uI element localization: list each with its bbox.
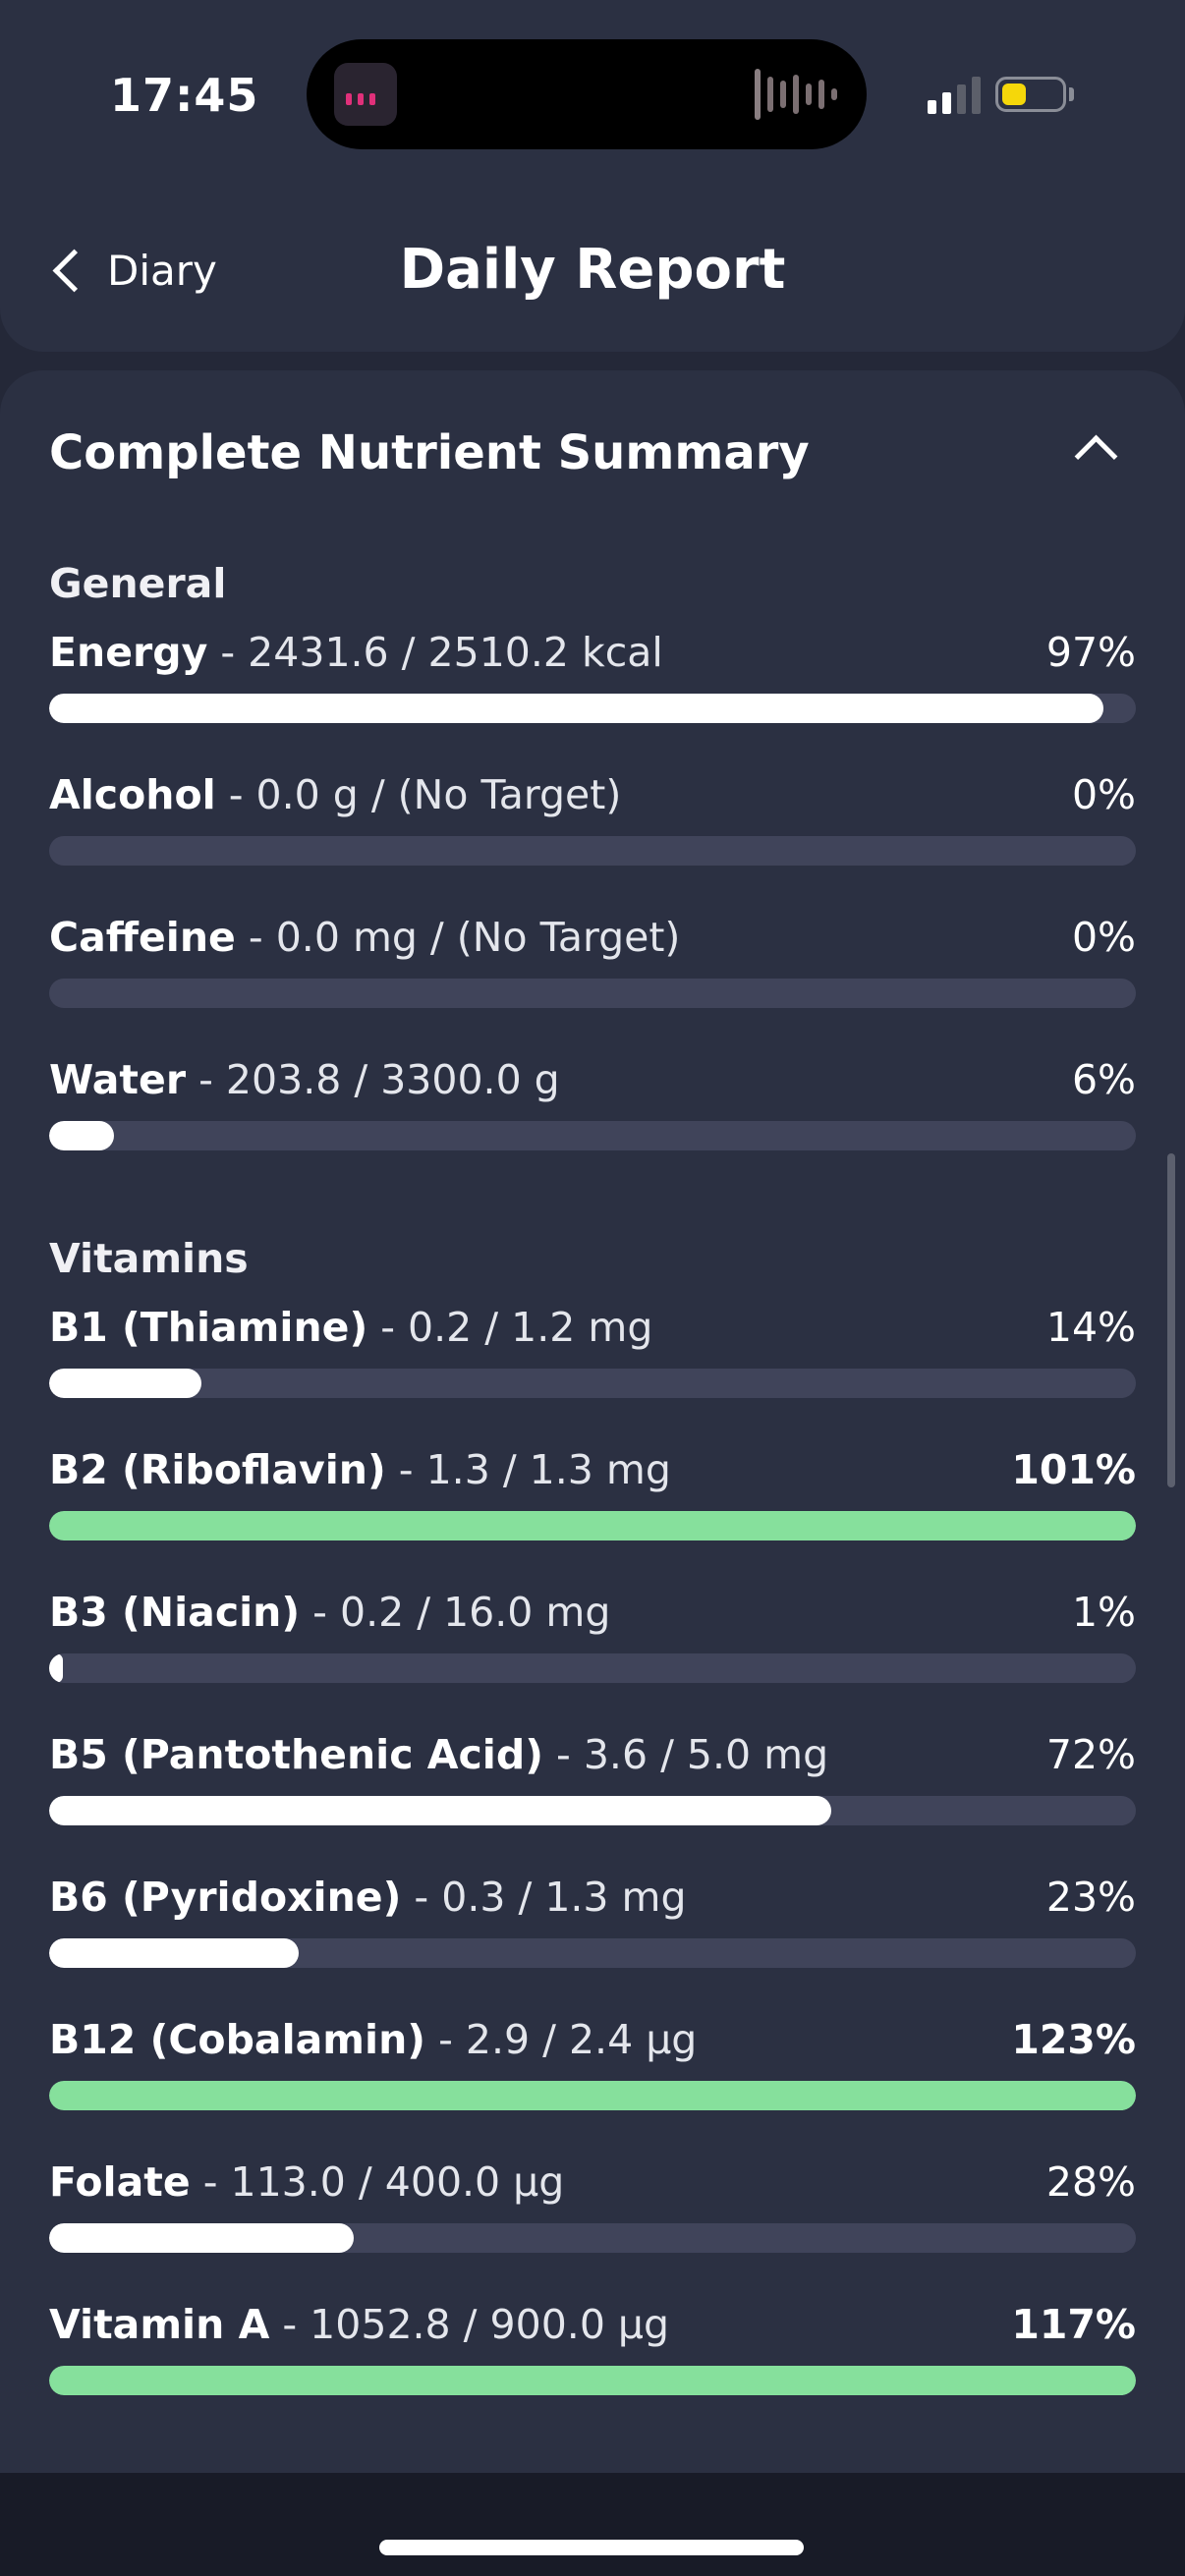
live-activity-app-icon [334,63,397,126]
nutrient-percent: 0% [1071,771,1136,818]
nutrient-percent: 123% [1011,2016,1136,2063]
card-title: Complete Nutrient Summary [49,425,810,480]
nutrient-label: Folate - 113.0 / 400.0 µg [49,2156,564,2208]
nutrient-row[interactable]: Folate - 113.0 / 400.0 µg 28% [49,2156,1136,2255]
nutrient-name: B3 (Niacin) [49,1589,301,1636]
nutrient-name: Folate [49,2158,191,2206]
progress-bar-fill [49,694,1103,723]
progress-bar-fill [49,1938,300,1968]
audio-waveform-icon [755,69,837,120]
nutrient-label: B1 (Thiamine) - 0.2 / 1.2 mg [49,1302,652,1353]
nutrient-label: Vitamin A - 1052.8 / 900.0 µg [49,2299,669,2350]
nutrient-percent: 117% [1011,2301,1136,2348]
nutrient-amount: - 2.9 / 2.4 µg [438,2016,698,2063]
progress-bar-fill [49,2366,1136,2395]
nutrient-percent: 101% [1011,1446,1136,1493]
nutrient-name: B12 (Cobalamin) [49,2016,426,2063]
nutrient-percent: 97% [1045,629,1136,676]
nutrient-amount: - 1.3 / 1.3 mg [398,1446,671,1493]
progress-bar [49,1653,1136,1683]
progress-bar [49,1938,1136,1968]
nutrient-row[interactable]: Water - 203.8 / 3300.0 g 6% [49,1054,1136,1152]
nutrient-label: Water - 203.8 / 3300.0 g [49,1054,560,1105]
cellular-signal-icon [928,77,981,114]
progress-bar [49,2366,1136,2395]
progress-bar [49,2223,1136,2253]
progress-bar-fill [49,1511,1136,1540]
nutrient-row[interactable]: Caffeine - 0.0 mg / (No Target) 0% [49,912,1136,1010]
nutrient-amount: - 0.0 g / (No Target) [228,771,622,818]
progress-bar [49,836,1136,866]
nutrient-label: B2 (Riboflavin) - 1.3 / 1.3 mg [49,1444,671,1495]
section-title: General [49,560,227,607]
section-title: Vitamins [49,1235,249,1282]
page-title: Daily Report [399,238,786,302]
dynamic-island [307,39,867,149]
battery-icon [995,77,1066,112]
nutrient-name: Alcohol [49,771,216,818]
nutrient-amount: - 1052.8 / 900.0 µg [282,2301,670,2348]
nutrient-row[interactable]: B6 (Pyridoxine) - 0.3 / 1.3 mg 23% [49,1872,1136,1970]
nutrient-summary-card: Complete Nutrient Summary General Energy … [0,370,1185,2473]
nutrient-label: B5 (Pantothenic Acid) - 3.6 / 5.0 mg [49,1729,828,1780]
nutrient-name: Energy [49,629,208,676]
nutrient-percent: 6% [1071,1056,1136,1103]
progress-bar [49,694,1136,723]
nutrient-percent: 1% [1071,1589,1136,1636]
progress-bar-fill [49,1121,115,1150]
chevron-up-icon[interactable] [1074,434,1118,478]
progress-bar-fill [49,1369,201,1398]
nutrient-percent: 28% [1045,2158,1136,2206]
nutrient-name: B2 (Riboflavin) [49,1446,386,1493]
nutrient-amount: - 0.2 / 16.0 mg [312,1589,611,1636]
nutrient-amount: - 0.0 mg / (No Target) [248,914,681,961]
nutrient-label: Alcohol - 0.0 g / (No Target) [49,769,621,820]
progress-bar [49,2081,1136,2110]
nutrient-name: B6 (Pyridoxine) [49,1874,402,1921]
nutrient-percent: 14% [1045,1304,1136,1351]
status-time: 17:45 [110,69,259,122]
progress-bar [49,979,1136,1008]
nutrient-amount: - 2431.6 / 2510.2 kcal [220,629,663,676]
progress-bar [49,1369,1136,1398]
progress-bar [49,1121,1136,1150]
nutrient-amount: - 203.8 / 3300.0 g [198,1056,560,1103]
nutrient-label: Energy - 2431.6 / 2510.2 kcal [49,627,663,678]
nutrient-amount: - 0.2 / 1.2 mg [380,1304,653,1351]
nutrient-row[interactable]: B2 (Riboflavin) - 1.3 / 1.3 mg 101% [49,1444,1136,1542]
progress-bar [49,1511,1136,1540]
nutrient-percent: 0% [1071,914,1136,961]
progress-bar-fill [49,1653,63,1683]
nutrient-name: B1 (Thiamine) [49,1304,368,1351]
progress-bar-fill [49,1796,832,1825]
home-indicator[interactable] [379,2540,804,2555]
nutrient-name: Vitamin A [49,2301,270,2348]
nutrient-percent: 72% [1045,1731,1136,1778]
nutrient-amount: - 3.6 / 5.0 mg [556,1731,829,1778]
nutrient-label: B3 (Niacin) - 0.2 / 16.0 mg [49,1587,610,1638]
nutrient-label: B12 (Cobalamin) - 2.9 / 2.4 µg [49,2014,697,2065]
nutrient-row[interactable]: Alcohol - 0.0 g / (No Target) 0% [49,769,1136,868]
nutrient-row[interactable]: B1 (Thiamine) - 0.2 / 1.2 mg 14% [49,1302,1136,1400]
nutrient-amount: - 0.3 / 1.3 mg [414,1874,687,1921]
nutrient-label: Caffeine - 0.0 mg / (No Target) [49,912,680,963]
header-bar: 17:45 Diary Daily Report [0,0,1185,352]
nutrient-row[interactable]: B3 (Niacin) - 0.2 / 16.0 mg 1% [49,1587,1136,1685]
progress-bar [49,1796,1136,1825]
nutrient-row[interactable]: Vitamin A - 1052.8 / 900.0 µg 117% [49,2299,1136,2397]
nutrient-row[interactable]: B5 (Pantothenic Acid) - 3.6 / 5.0 mg 72% [49,1729,1136,1827]
nutrient-name: B5 (Pantothenic Acid) [49,1731,543,1778]
nutrient-row[interactable]: B12 (Cobalamin) - 2.9 / 2.4 µg 123% [49,2014,1136,2112]
nutrient-label: B6 (Pyridoxine) - 0.3 / 1.3 mg [49,1872,687,1923]
progress-bar-fill [49,2081,1136,2110]
progress-bar-fill [49,2223,354,2253]
nutrient-name: Water [49,1056,187,1103]
nutrient-name: Caffeine [49,914,236,961]
nutrient-amount: - 113.0 / 400.0 µg [202,2158,565,2206]
scrollbar[interactable] [1167,1153,1175,1487]
nutrient-percent: 23% [1045,1874,1136,1921]
nutrient-row[interactable]: Energy - 2431.6 / 2510.2 kcal 97% [49,627,1136,725]
